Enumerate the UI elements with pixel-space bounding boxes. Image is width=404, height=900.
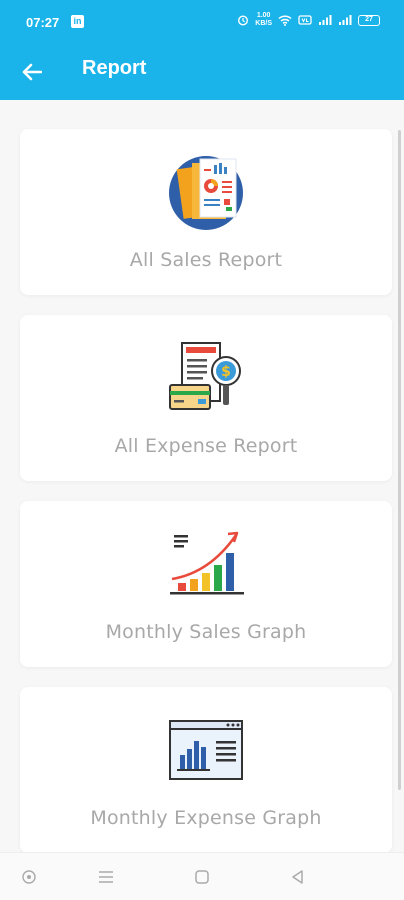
assistant-button[interactable] (19, 867, 39, 887)
card-label: All Expense Report (114, 435, 298, 457)
sales-graph-icon (170, 531, 244, 595)
all-expense-report-card[interactable]: $ All Expense Report (20, 315, 392, 481)
back-triangle-icon (292, 870, 303, 884)
page-title: Report (82, 57, 147, 79)
volte-icon (298, 14, 312, 26)
wifi-icon (278, 14, 292, 26)
back-button[interactable] (16, 56, 48, 88)
linkedin-notification-icon: in (71, 15, 84, 28)
expense-graph-icon (169, 720, 243, 780)
all-sales-report-card[interactable]: All Sales Report (20, 129, 392, 295)
report-list: All Sales Report $ All Expense Report Mo… (0, 100, 404, 852)
expense-report-icon: $ (169, 342, 241, 410)
system-back-button[interactable] (288, 867, 308, 887)
app-bar: Report (0, 44, 404, 100)
menu-button[interactable] (96, 867, 116, 887)
header: 07:27 in 1.00 KB/S 27 Report (0, 0, 404, 100)
home-button[interactable] (192, 867, 212, 887)
status-time: 07:27 (26, 15, 60, 30)
monthly-expense-graph-card[interactable]: Monthly Expense Graph (20, 687, 392, 852)
arrow-left-icon (22, 63, 42, 81)
scrollbar[interactable] (398, 130, 401, 790)
network-speed: 1.00 KB/S (255, 12, 272, 28)
card-label: All Sales Report (129, 249, 283, 271)
system-nav-bar (0, 852, 404, 900)
net-speed-unit: KB/S (255, 20, 272, 27)
status-icons: 1.00 KB/S 27 (237, 12, 380, 28)
sales-report-icon (169, 156, 243, 230)
signal-icon (318, 14, 332, 26)
alarm-icon (237, 14, 249, 26)
assistant-icon (22, 870, 36, 884)
card-label: Monthly Expense Graph (90, 807, 322, 829)
home-square-icon (195, 870, 209, 884)
signal-icon (338, 14, 352, 26)
svg-text:$: $ (221, 364, 231, 380)
status-bar: 07:27 in 1.00 KB/S 27 (0, 0, 404, 44)
card-label: Monthly Sales Graph (105, 621, 307, 643)
monthly-sales-graph-card[interactable]: Monthly Sales Graph (20, 501, 392, 667)
net-speed-value: 1.00 (256, 12, 271, 19)
menu-icon (99, 871, 113, 883)
battery-icon: 27 (358, 14, 380, 26)
